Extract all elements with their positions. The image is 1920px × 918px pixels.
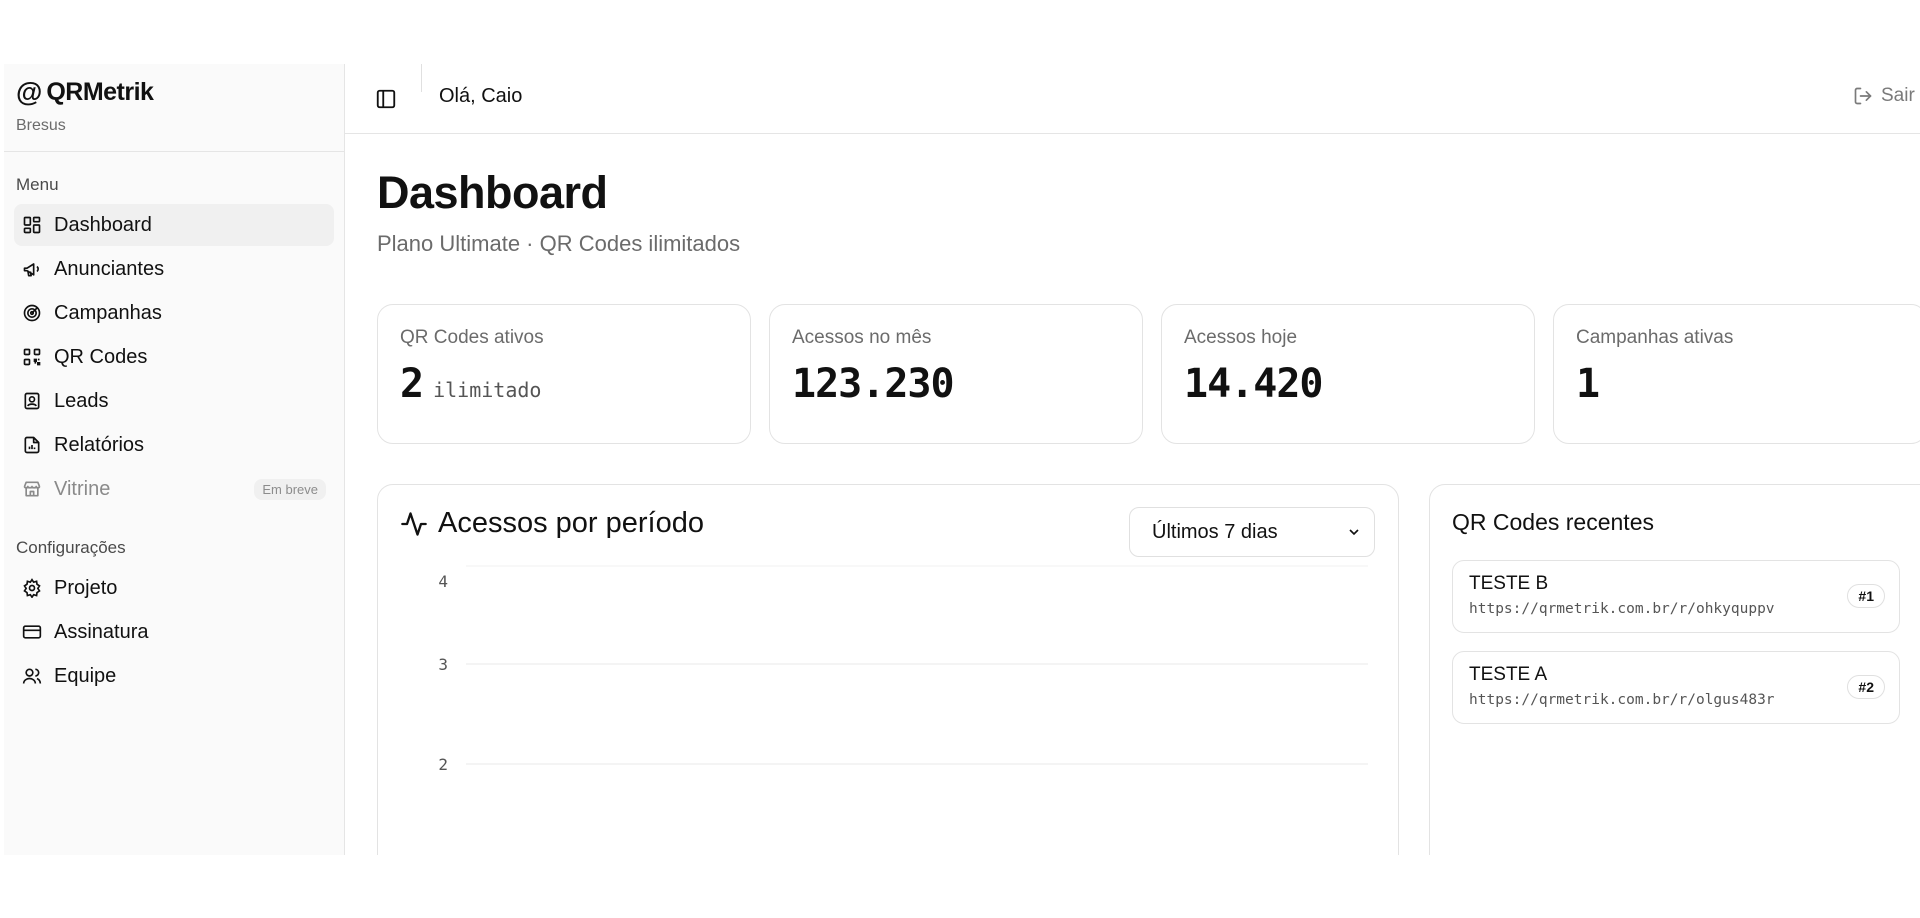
topbar-divider — [421, 64, 422, 92]
sidebar-item-projeto[interactable]: Projeto — [14, 567, 334, 609]
sidebar-item-label: Projeto — [54, 576, 118, 599]
stat-card-today-access: Acessos hoje 14.420 — [1161, 304, 1535, 444]
stat-card-qr-codes: QR Codes ativos 2 ilimitado — [377, 304, 751, 444]
app-window: @ QRMetrik Bresus Menu Dashboard Anuncia… — [4, 64, 1920, 855]
qr-code-icon — [22, 347, 42, 367]
gear-icon — [22, 578, 42, 598]
sidebar-item-label: Assinatura — [54, 620, 149, 643]
access-chart-card: Acessos por período Últimos 7 dias 4 3 2 — [377, 484, 1399, 855]
logout-button[interactable]: Sair — [1853, 85, 1915, 107]
stat-card-active-campaigns: Campanhas ativas 1 — [1553, 304, 1920, 444]
chevron-down-icon — [1349, 529, 1359, 536]
stat-value: 2 — [400, 361, 424, 407]
sidebar-item-label: Anunciantes — [54, 257, 165, 280]
sidebar-item-qr-codes[interactable]: QR Codes — [14, 336, 334, 378]
stat-value: 14.420 — [1184, 361, 1323, 407]
main-nav: Dashboard Anunciantes Campanhas QR Codes — [4, 197, 344, 510]
stat-value: 1 — [1576, 361, 1600, 407]
sidebar-item-label: Equipe — [54, 664, 117, 687]
qr-rank-badge: #1 — [1847, 584, 1885, 608]
sidebar-item-label: Relatórios — [54, 433, 145, 456]
sidebar-item-label: Dashboard — [54, 213, 152, 236]
qr-name: TESTE B — [1469, 573, 1549, 594]
sidebar-item-leads[interactable]: Leads — [14, 380, 334, 422]
qr-url: https://qrmetrik.com.br/r/olgus483r — [1469, 692, 1775, 708]
recent-qr-item[interactable]: TESTE B https://qrmetrik.com.br/r/ohkyqu… — [1452, 560, 1900, 633]
settings-nav: Projeto Assinatura Equipe — [4, 560, 344, 697]
brand-name: QRMetrik — [46, 78, 154, 106]
report-icon — [22, 435, 42, 455]
stat-label: Campanhas ativas — [1576, 327, 1734, 348]
logout-icon — [1854, 87, 1872, 105]
settings-section-label: Configurações — [16, 538, 126, 557]
qr-rank-badge: #2 — [1847, 675, 1885, 699]
store-icon — [22, 479, 42, 499]
period-select[interactable]: Últimos 7 dias — [1129, 507, 1375, 557]
stat-value: 123.230 — [792, 361, 955, 407]
plan-subtitle: Plano Ultimate · QR Codes ilimitados — [377, 231, 741, 256]
y-tick-2: 2 — [438, 755, 448, 774]
stat-card-monthly-access: Acessos no mês 123.230 — [769, 304, 1143, 444]
main-content: Olá, Caio Sair Dashboard Plano Ultimate … — [345, 64, 1920, 855]
y-tick-4: 4 — [438, 572, 448, 591]
megaphone-icon — [22, 259, 42, 279]
menu-section-label: Menu — [16, 175, 59, 194]
topbar: Olá, Caio Sair — [345, 64, 1920, 134]
qr-url: https://qrmetrik.com.br/r/ohkyquppv — [1469, 601, 1775, 617]
target-icon — [22, 303, 42, 323]
user-greeting: Olá, Caio — [439, 85, 523, 107]
access-chart: 4 3 2 — [438, 565, 1368, 774]
stat-label: Acessos hoje — [1184, 327, 1298, 348]
sidebar-item-label: Campanhas — [54, 301, 162, 324]
sidebar-item-campanhas[interactable]: Campanhas — [14, 292, 334, 334]
activity-icon — [401, 511, 427, 536]
stat-label: Acessos no mês — [792, 327, 932, 348]
contact-icon — [22, 391, 42, 411]
sidebar-item-dashboard[interactable]: Dashboard — [14, 204, 334, 246]
sidebar-item-label: Vitrine — [54, 477, 111, 500]
sidebar-item-label: QR Codes — [54, 345, 148, 368]
chart-title: Acessos por período — [438, 507, 704, 539]
sidebar-toggle-button[interactable] — [375, 88, 397, 110]
coming-soon-badge: Em breve — [254, 478, 326, 500]
recent-qr-codes-card: QR Codes recentes TESTE B https://qrmetr… — [1429, 484, 1920, 855]
brand: @ QRMetrik Bresus — [4, 64, 344, 152]
recent-qr-item[interactable]: TESTE A https://qrmetrik.com.br/r/olgus4… — [1452, 651, 1900, 724]
recent-qr-title: QR Codes recentes — [1452, 509, 1654, 535]
y-tick-3: 3 — [438, 655, 448, 674]
workspace-name: Bresus — [16, 117, 66, 134]
page-title: Dashboard — [377, 167, 608, 218]
sidebar-item-anunciantes[interactable]: Anunciantes — [14, 248, 334, 290]
sidebar: @ QRMetrik Bresus Menu Dashboard Anuncia… — [4, 64, 345, 855]
dashboard-icon — [22, 215, 42, 235]
brand-logo: @ — [16, 77, 43, 107]
stat-unit: ilimitado — [433, 378, 542, 402]
sidebar-item-equipe[interactable]: Equipe — [14, 655, 334, 697]
sidebar-item-label: Leads — [54, 389, 109, 412]
panel-left-icon — [376, 89, 396, 109]
sidebar-item-relatorios[interactable]: Relatórios — [14, 424, 334, 466]
period-select-value: Últimos 7 dias — [1152, 520, 1278, 543]
users-icon — [22, 666, 42, 686]
sidebar-item-vitrine: Vitrine Em breve — [14, 468, 334, 510]
stat-label: QR Codes ativos — [400, 327, 544, 348]
sidebar-item-assinatura[interactable]: Assinatura — [14, 611, 334, 653]
qr-name: TESTE A — [1469, 664, 1548, 685]
credit-card-icon — [22, 622, 42, 642]
logout-label: Sair — [1881, 85, 1915, 106]
